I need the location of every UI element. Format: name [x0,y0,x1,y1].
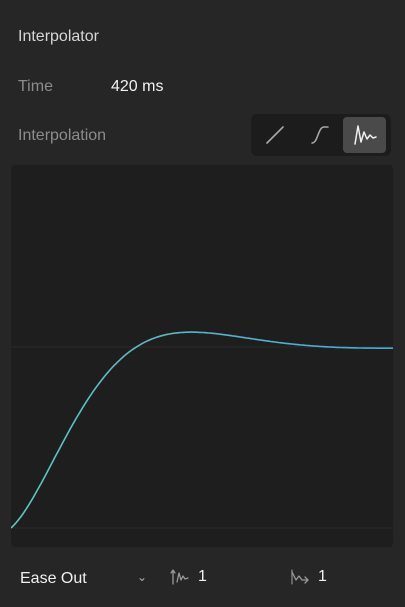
spring-curve-plot [11,331,393,529]
footer-bar: Ease Out ⌄ 1 1 [0,560,405,600]
s-curve-icon [311,126,329,144]
spring-curve-line [11,331,393,529]
preset-dropdown[interactable]: Ease Out [20,570,87,588]
ease-option-button[interactable] [299,117,342,153]
interpolator-panel: Interpolator Time 420 ms Interpolation E… [0,0,405,607]
time-label: Time [18,78,53,95]
damping-icon [291,569,309,585]
linear-curve-icon [266,126,285,144]
interpolation-label: Interpolation [18,127,107,144]
curve-graph [11,165,393,547]
damping-control[interactable]: 1 [290,568,327,586]
spring-option-button[interactable] [343,117,387,153]
interpolation-type-selector [251,114,391,156]
panel-title: Interpolator [18,28,99,45]
linear-option-button[interactable] [254,117,297,153]
chevron-down-icon[interactable]: ⌄ [137,570,147,584]
damping-value[interactable]: 1 [318,568,327,586]
stiffness-value[interactable]: 1 [198,568,207,586]
spring-curve-icon [353,125,377,145]
time-value-field[interactable]: 420 ms [111,78,163,96]
stiffness-icon [170,569,189,585]
stiffness-control[interactable]: 1 [170,568,207,586]
